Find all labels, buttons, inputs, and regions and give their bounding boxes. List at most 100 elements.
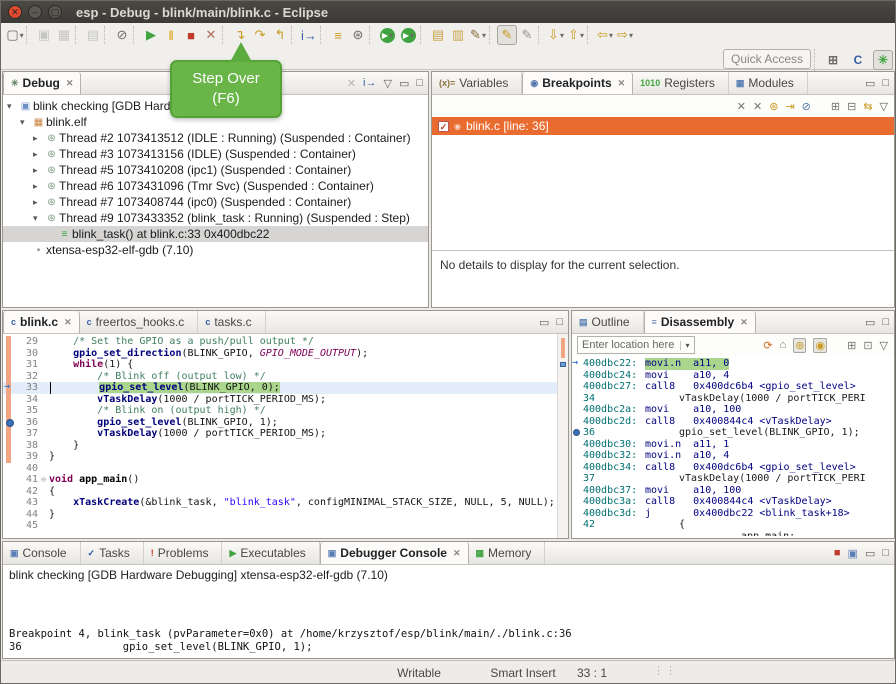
code-line-row[interactable]: 40: [3, 463, 568, 475]
editor-gutter[interactable]: [3, 486, 17, 498]
code-line-row[interactable]: 38 }: [3, 440, 568, 452]
next-annotation-button[interactable]: ⇧: [566, 25, 586, 45]
disassembly-gutter[interactable]: [572, 531, 583, 537]
tree-expander-icon[interactable]: ▾: [7, 101, 18, 112]
debug-tree-row[interactable]: ▸ ⊛ Thread #2 1073413512 (IDLE : Running…: [3, 130, 428, 146]
fold-marker-icon[interactable]: [38, 336, 49, 348]
overview-breakpoint-marker[interactable]: [560, 362, 566, 367]
maximize-button[interactable]: □: [882, 547, 889, 559]
pin-view-button[interactable]: ⊡: [863, 339, 872, 352]
new-wizard-button[interactable]: ▢: [5, 25, 25, 45]
profile-button[interactable]: ⊛: [348, 25, 368, 45]
code-line-row[interactable]: 43 xTaskCreate(&blink_task, "blink_task"…: [3, 497, 568, 509]
editor-gutter[interactable]: [3, 509, 17, 521]
code-line-row[interactable]: 45: [3, 520, 568, 532]
tree-expander-icon[interactable]: ▾: [20, 117, 31, 128]
tree-expander-icon[interactable]: ▸: [33, 133, 44, 144]
run-button[interactable]: ▶: [380, 28, 395, 43]
editor-gutter[interactable]: [3, 463, 17, 475]
code-text[interactable]: gpio_set_direction(BLINK_GPIO, GPIO_MODE…: [49, 348, 568, 360]
code-line-row[interactable]: 41 ⊖ void app_main(): [3, 474, 568, 486]
save-button[interactable]: ▣: [34, 25, 54, 45]
disassembly-view-menu-button[interactable]: ▽: [880, 339, 888, 352]
tree-expander-icon[interactable]: ▾: [33, 213, 44, 224]
open-folder-button[interactable]: ▥: [448, 25, 468, 45]
code-line-row[interactable]: 37 vTaskDelay(1000 / portTICK_PERIOD_MS)…: [3, 428, 568, 440]
editor-gutter[interactable]: [3, 336, 17, 348]
disassembly-gutter[interactable]: [572, 519, 583, 531]
last-edit-location-button[interactable]: ⇩: [546, 25, 566, 45]
show-source-toggle[interactable]: ⊛: [793, 338, 806, 353]
code-line-row[interactable]: 34 vTaskDelay(1000 / portTICK_PERIOD_MS)…: [3, 394, 568, 406]
back-button[interactable]: ⇦: [595, 25, 615, 45]
close-icon[interactable]: ✕: [64, 317, 72, 328]
overview-change-marker[interactable]: [561, 338, 565, 358]
minimize-button[interactable]: ▭: [539, 316, 549, 329]
debug-tree-row[interactable]: ▾ ⊛ Thread #9 1073433352 (blink_task : R…: [3, 210, 428, 226]
disassembly-gutter[interactable]: [572, 416, 583, 428]
home-button[interactable]: ⌂: [780, 339, 787, 351]
debug-tree-row[interactable]: ≡ blink_task() at blink.c:33 0x400dbc22: [3, 226, 428, 242]
code-text[interactable]: xTaskCreate(&blink_task, "blink_task", c…: [49, 497, 568, 509]
remove-breakpoint-button[interactable]: ✕: [737, 100, 746, 113]
terminate-button[interactable]: ■: [181, 25, 201, 45]
editor-gutter[interactable]: [3, 440, 17, 452]
code-text[interactable]: void app_main(): [49, 474, 568, 486]
collapse-all-button[interactable]: ⊟: [847, 100, 856, 113]
editor-gutter[interactable]: [3, 417, 17, 429]
editor-gutter[interactable]: [3, 451, 17, 463]
view-tab[interactable]: (x)= Variables: [432, 72, 522, 94]
disassembly-gutter[interactable]: →: [572, 358, 583, 370]
close-icon[interactable]: ✕: [618, 78, 626, 89]
disassembly-gutter[interactable]: [572, 496, 583, 508]
view-tab[interactable]: ▤ Outline: [572, 311, 644, 333]
breakpoint-row[interactable]: ✓ ◉ blink.c [line: 36]: [432, 117, 894, 135]
editor-gutter[interactable]: [3, 520, 17, 532]
tree-expander-icon[interactable]: ▸: [33, 149, 44, 160]
code-line-row[interactable]: 44 }: [3, 509, 568, 521]
code-text[interactable]: }: [49, 440, 568, 452]
skip-all-breakpoints-toggle[interactable]: ⊘: [802, 100, 811, 113]
minimize-button[interactable]: ▭: [399, 77, 409, 90]
window-minimize-button[interactable]: –: [28, 5, 42, 19]
minimize-button[interactable]: ▭: [865, 547, 875, 560]
instruction-stepping-button[interactable]: i→: [299, 25, 319, 45]
editor-gutter[interactable]: [3, 359, 17, 371]
editor-gutter[interactable]: [3, 428, 17, 440]
view-tab[interactable]: ◉ Breakpoints ✕: [522, 72, 633, 94]
view-tab[interactable]: 1010 Registers: [633, 72, 729, 94]
maximize-button[interactable]: □: [556, 316, 563, 328]
disassembly-gutter[interactable]: [572, 427, 583, 439]
editor-gutter[interactable]: [3, 474, 17, 486]
chevron-down-icon[interactable]: ▾: [680, 341, 694, 350]
step-over-button[interactable]: ↷: [250, 25, 270, 45]
console-tab[interactable]: ▶ Executables: [222, 542, 319, 564]
open-element-button[interactable]: ✎: [468, 25, 488, 45]
disassembly-gutter[interactable]: [572, 473, 583, 485]
track-expression-toggle[interactable]: ◉: [813, 338, 827, 353]
view-tab[interactable]: ≡ Disassembly ✕: [644, 311, 756, 333]
tree-expander-icon[interactable]: ▸: [33, 197, 44, 208]
debug-tree-row[interactable]: ▸ ⊛ Thread #3 1073413156 (IDLE) (Suspend…: [3, 146, 428, 162]
breakpoint-checkbox[interactable]: ✓: [438, 121, 449, 132]
code-text[interactable]: vTaskDelay(1000 / portTICK_PERIOD_MS);: [49, 428, 568, 440]
view-tab[interactable]: ▦ Modules: [729, 72, 808, 94]
code-text[interactable]: /* Blink on (output high) */: [49, 405, 568, 417]
save-all-button[interactable]: ▦: [54, 25, 74, 45]
disassembly-gutter[interactable]: [572, 370, 583, 382]
step-return-button[interactable]: ↰: [270, 25, 290, 45]
editor-tab[interactable]: c blink.c ✕: [3, 311, 80, 333]
tab-debug[interactable]: ✳ Debug ✕: [3, 72, 81, 94]
code-text[interactable]: }: [49, 509, 568, 521]
disassembly-gutter[interactable]: [572, 381, 583, 393]
instruction-stepping-mode-button[interactable]: i→: [363, 77, 376, 89]
clear-annotations-button[interactable]: ✎: [517, 25, 537, 45]
console-tab[interactable]: ▣ Debugger Console ✕: [320, 542, 469, 564]
editor-gutter[interactable]: [3, 394, 17, 406]
window-maximize-button[interactable]: ▢: [48, 5, 62, 19]
code-line-row[interactable]: 31 while(1) {: [3, 359, 568, 371]
close-icon[interactable]: ✕: [453, 548, 461, 559]
breakpoints-view-menu-button[interactable]: ▽: [880, 100, 888, 113]
disassembly-listing[interactable]: → 400dbc22: movi.n a11, 0 400dbc24: movi…: [572, 356, 894, 536]
quick-access-button[interactable]: Quick Access: [723, 49, 811, 69]
